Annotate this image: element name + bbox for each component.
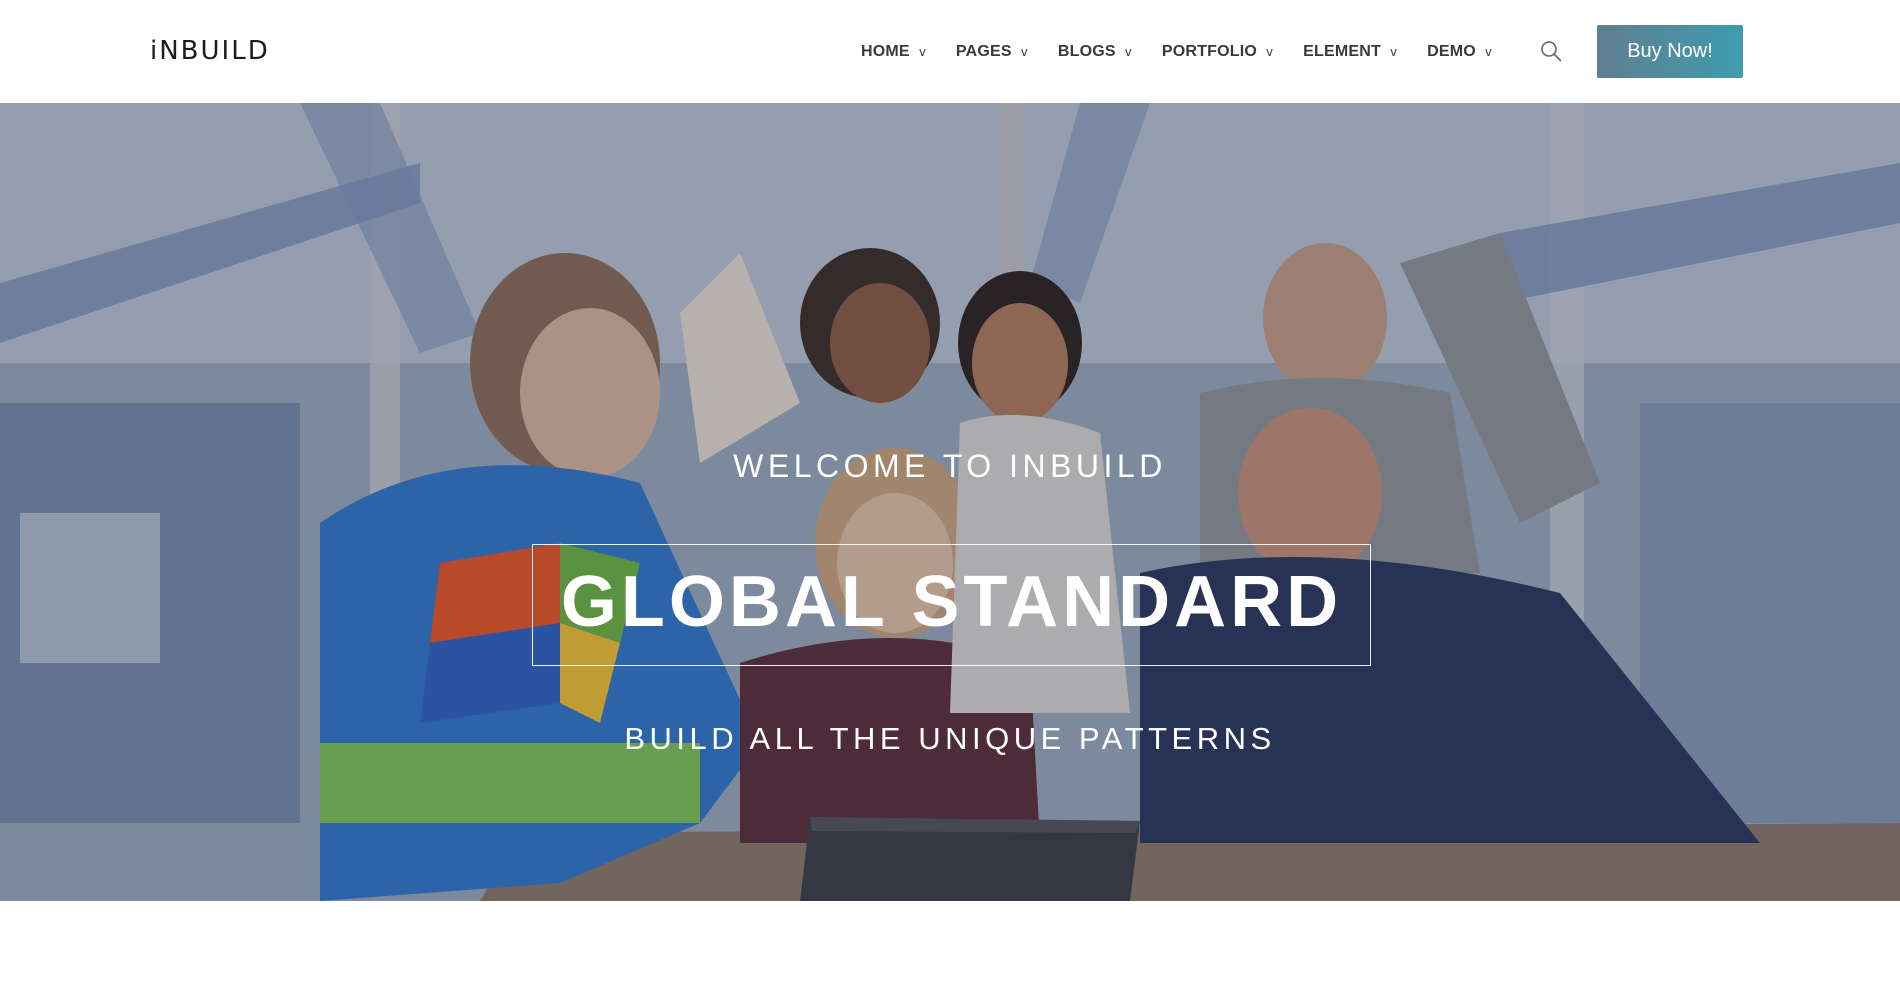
nav-item-label: BLOGS [1057, 43, 1116, 60]
hero-section: WELCOME TO INBUILD GLOBAL STANDARD BUILD… [0, 103, 1900, 901]
chevron-down-icon: v [1484, 45, 1492, 59]
logo[interactable]: iNBUILD [150, 36, 270, 66]
nav-item-label: PORTFOLIO [1161, 43, 1257, 60]
nav-item-pages[interactable]: PAGES v [956, 43, 1028, 61]
chevron-down-icon: v [1020, 45, 1028, 59]
search-icon[interactable] [1540, 40, 1562, 62]
chevron-down-icon: v [1389, 45, 1398, 59]
hero-overlay [0, 103, 1900, 901]
chevron-down-icon: v [1266, 45, 1274, 59]
nav-item-demo[interactable]: DEMO v [1427, 43, 1492, 61]
nav-item-label: HOME [861, 43, 910, 60]
nav-item-label: ELEMENT [1303, 43, 1381, 60]
nav-item-home[interactable]: HOME v [861, 43, 926, 61]
chevron-down-icon: v [918, 45, 926, 59]
nav-item-label: DEMO [1427, 43, 1476, 60]
nav-item-blogs[interactable]: BLOGS v [1058, 43, 1132, 61]
hero-subtitle: BUILD ALL THE UNIQUE PATTERNS [624, 721, 1276, 756]
chevron-down-icon: v [1124, 45, 1132, 59]
buy-now-button[interactable]: Buy Now! [1597, 25, 1743, 78]
hero-welcome-text: WELCOME TO INBUILD [733, 448, 1167, 484]
nav-item-element[interactable]: ELEMENT v [1303, 43, 1397, 61]
hero-title: GLOBAL STANDARD [560, 562, 1343, 642]
site-header: iNBUILD HOME v PAGES v BLOGS v PORTFOLIO… [0, 0, 1900, 103]
nav-item-label: PAGES [955, 43, 1012, 60]
nav-item-portfolio[interactable]: PORTFOLIO v [1162, 43, 1273, 61]
main-nav: HOME v PAGES v BLOGS v PORTFOLIO v ELEME… [861, 40, 1492, 64]
